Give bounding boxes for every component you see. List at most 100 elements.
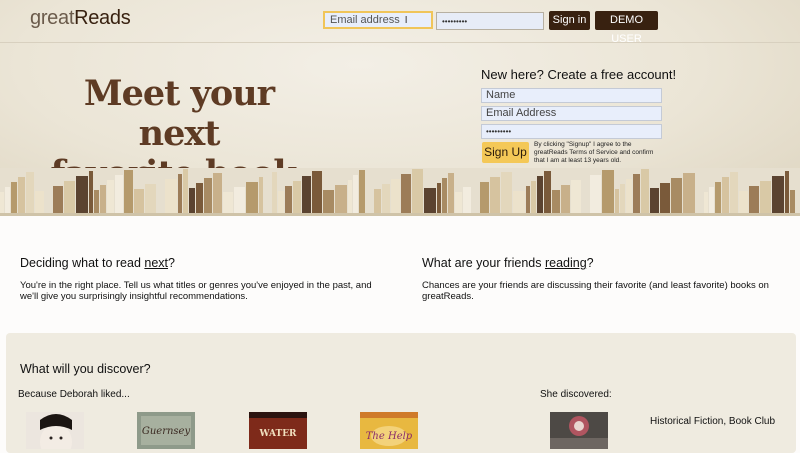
book-spine	[537, 176, 543, 214]
book-spine	[683, 173, 695, 214]
book-spine	[213, 173, 222, 214]
book-spine	[11, 182, 17, 214]
book-spine	[178, 174, 182, 214]
book-spine	[561, 185, 570, 214]
email-field[interactable]: Email address I	[323, 11, 433, 29]
book-spine	[94, 190, 99, 214]
book-spine	[100, 185, 106, 214]
genre-label: Historical Fiction, Book Club	[650, 416, 776, 427]
site-logo[interactable]: greatReads	[30, 7, 131, 30]
book-spine	[145, 184, 156, 214]
book-spine	[641, 169, 649, 214]
text-cursor-icon: I	[404, 15, 408, 26]
book-cover-the-help[interactable]: The Help	[360, 412, 418, 449]
svg-text:Guernsey: Guernsey	[142, 426, 191, 437]
book-cover-geisha[interactable]	[26, 412, 84, 449]
book-spine	[772, 176, 784, 214]
book-spine	[671, 178, 682, 214]
discover-title: What will you discover?	[20, 362, 151, 376]
headline-line-1: Meet your next	[83, 73, 275, 154]
book-spine	[223, 192, 233, 214]
book-spine	[124, 170, 133, 214]
book-spine	[382, 184, 390, 214]
demo-user-button[interactable]: DEMO USER	[595, 11, 658, 45]
feature-next-title-post: ?	[168, 256, 175, 270]
book-spine	[293, 181, 301, 214]
bookshelf-illustration	[0, 168, 800, 216]
book-spine	[442, 178, 447, 214]
sign-in-button[interactable]: Sign in	[549, 11, 590, 30]
logo-text-reads: Reads	[74, 7, 131, 29]
book-spine	[115, 175, 123, 214]
book-spine	[312, 171, 322, 214]
signup-password-field[interactable]: •••••••••	[481, 124, 662, 139]
reading-link[interactable]: reading	[545, 256, 587, 270]
book-cover-water[interactable]: WATER	[249, 412, 307, 449]
book-spine	[650, 188, 659, 214]
password-value: •••••••••	[442, 17, 468, 26]
signup-title: New here? Create a free account!	[481, 67, 677, 82]
book-spine	[18, 177, 25, 214]
book-spine	[0, 192, 4, 214]
book-spine	[285, 186, 292, 214]
book-cover-discovered[interactable]	[550, 412, 608, 449]
book-spine	[35, 191, 44, 214]
book-spine	[107, 180, 114, 214]
book-spine	[760, 181, 771, 214]
signup-email-placeholder: Email Address	[486, 107, 557, 119]
book-spine	[590, 175, 601, 214]
book-spine	[615, 189, 619, 214]
book-spine	[463, 187, 471, 214]
book-spine	[189, 188, 195, 214]
book-spine	[391, 179, 400, 214]
signup-email-field[interactable]: Email Address	[481, 106, 662, 121]
book-spine	[715, 182, 721, 214]
feature-next-text: You're in the right place. Tell us what …	[20, 280, 372, 302]
book-spine	[76, 176, 88, 214]
book-spine	[302, 176, 311, 214]
book-spine	[490, 177, 500, 214]
terms-notice: By clicking "Signup" I agree to the grea…	[534, 141, 654, 164]
book-spine	[323, 190, 334, 214]
book-spine	[134, 189, 144, 214]
book-cover-guernsey[interactable]: Guernsey	[137, 412, 195, 449]
book-spine	[660, 183, 670, 214]
email-placeholder: Email address	[330, 14, 400, 26]
logo-text-great: great	[30, 7, 75, 29]
book-spine	[704, 192, 708, 214]
next-link[interactable]: next	[144, 256, 168, 270]
book-spine	[544, 171, 551, 214]
feature-friends-title-post: ?	[586, 256, 594, 270]
feature-friends-text: Chances are your friends are discussing …	[422, 280, 769, 302]
svg-text:The Help: The Help	[366, 431, 413, 442]
book-spine	[64, 181, 75, 214]
book-spine	[785, 171, 789, 214]
book-spine	[749, 186, 759, 214]
signup-password-value: •••••••••	[486, 127, 512, 136]
feature-next-title: Deciding what to read next?	[20, 256, 175, 270]
book-spine	[602, 170, 614, 214]
book-spine	[437, 183, 441, 214]
book-spine	[234, 187, 245, 214]
book-spine	[513, 191, 525, 214]
book-spine	[531, 181, 536, 214]
book-spine	[455, 192, 462, 214]
book-spine	[552, 190, 560, 214]
book-spine	[246, 182, 258, 214]
book-spine	[709, 187, 714, 214]
password-field[interactable]: •••••••••	[436, 12, 544, 30]
sign-up-button[interactable]: Sign Up	[482, 142, 529, 163]
book-spine	[790, 190, 795, 214]
book-spine	[526, 186, 530, 214]
because-label: Because Deborah liked...	[18, 389, 130, 400]
book-spine	[183, 169, 188, 214]
book-spine	[278, 191, 284, 214]
book-spine	[412, 169, 423, 214]
book-spine	[722, 177, 729, 214]
name-placeholder: Name	[486, 89, 516, 101]
book-spine	[626, 179, 632, 214]
she-discovered-label: She discovered:	[540, 389, 612, 400]
signup-name-field[interactable]: Name	[481, 88, 662, 103]
book-spine	[633, 174, 640, 214]
book-spine	[401, 174, 411, 214]
